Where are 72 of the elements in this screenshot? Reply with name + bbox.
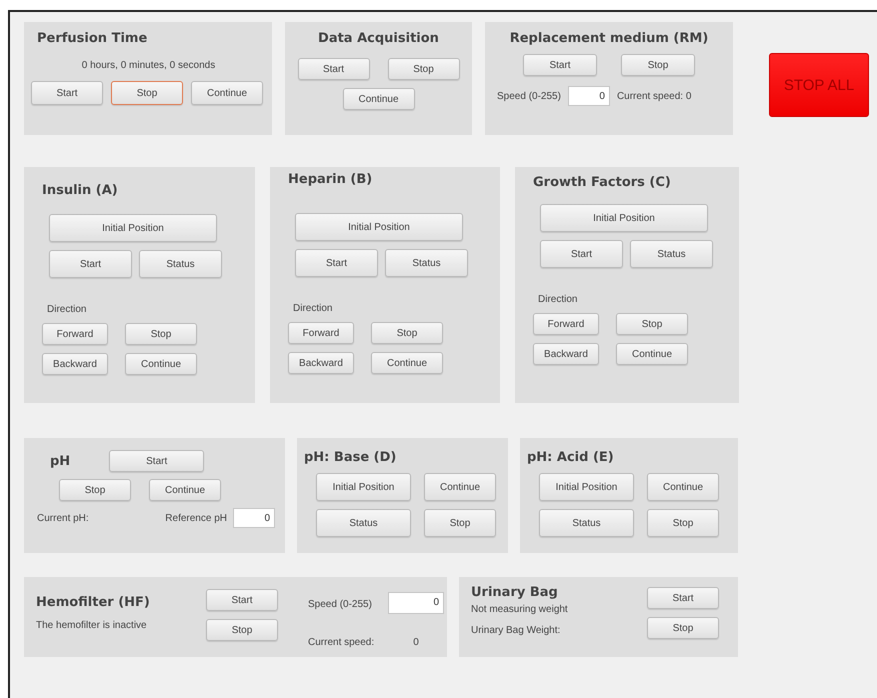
ph-pump-button[interactable]: Stop: [647, 509, 719, 537]
panel-title: Heparin (B): [288, 172, 374, 187]
ph-button[interactable]: Continue: [149, 479, 221, 501]
ph-button[interactable]: Stop: [59, 479, 131, 501]
direction-label: Direction: [47, 304, 88, 315]
direction-button[interactable]: Forward: [42, 323, 108, 345]
initial-position-button[interactable]: Initial Position: [540, 204, 708, 232]
pump-button[interactable]: Start: [295, 249, 378, 277]
ph-pump-button[interactable]: Initial Position: [539, 473, 634, 501]
reference-ph-label: Reference pH: [165, 512, 227, 524]
direction-label: Direction: [293, 303, 334, 314]
speed-input-field[interactable]: 0: [388, 592, 444, 614]
current-speed-label: Current speed: 0: [616, 90, 692, 102]
panel-title: pH: Acid (E): [527, 450, 615, 465]
panel-title: pH: Base (D): [304, 450, 398, 465]
direction-button[interactable]: Stop: [371, 322, 443, 344]
pump-button[interactable]: Status: [630, 240, 713, 268]
direction-button[interactable]: Backward: [42, 353, 108, 375]
speed-label: Speed (0-255): [308, 599, 373, 610]
ph-pump-button[interactable]: Status: [539, 509, 634, 537]
hemofilter-status: The hemofilter is inactive: [36, 620, 148, 631]
direction-button[interactable]: Forward: [533, 313, 599, 335]
initial-position-button[interactable]: Initial Position: [295, 213, 463, 241]
reference-ph-field[interactable]: 0: [233, 508, 275, 528]
panel-title: Insulin (A): [42, 183, 119, 198]
direction-label: Direction: [538, 294, 578, 305]
direction-button[interactable]: Continue: [125, 353, 197, 375]
hemofilter-button[interactable]: Stop: [206, 619, 278, 641]
perfusion-button[interactable]: Continue: [191, 81, 263, 105]
acquisition-button[interactable]: Stop: [388, 58, 460, 80]
ph-pump-button[interactable]: Status: [316, 509, 411, 537]
acquisition-button[interactable]: Start: [298, 58, 370, 80]
panel-title: Replacement medium (RM): [510, 31, 708, 46]
initial-position-button[interactable]: Initial Position: [49, 214, 217, 242]
direction-button[interactable]: Backward: [533, 343, 599, 365]
elapsed-time: 0 hours, 0 minutes, 0 seconds: [82, 60, 216, 71]
pump-button[interactable]: Status: [139, 250, 222, 278]
direction-button[interactable]: Continue: [616, 343, 688, 365]
ph-pump-button[interactable]: Initial Position: [316, 473, 411, 501]
hemofilter-button[interactable]: Start: [206, 589, 278, 611]
panel-title: pH: [50, 454, 70, 468]
direction-button[interactable]: Stop: [616, 313, 688, 335]
acquisition-button[interactable]: Continue: [342, 88, 414, 110]
direction-button[interactable]: Stop: [125, 323, 197, 345]
panel-title: Growth Factors (C): [533, 175, 672, 190]
speed-input-field[interactable]: 0: [568, 86, 610, 106]
pump-button[interactable]: Start: [49, 250, 132, 278]
direction-button[interactable]: Forward: [288, 322, 354, 344]
ph-pump-button[interactable]: Continue: [647, 473, 719, 501]
panel-title: Data Acquisition: [318, 31, 439, 46]
medium-button[interactable]: Stop: [621, 54, 695, 76]
ph-pump-button[interactable]: Stop: [424, 509, 496, 537]
ph-pump-button[interactable]: Continue: [424, 473, 496, 501]
direction-button[interactable]: Backward: [288, 352, 354, 374]
current-speed-label: Current speed:: [308, 637, 376, 648]
weight-label: Urinary Bag Weight:: [471, 625, 562, 636]
urinary-bag-button[interactable]: Start: [647, 587, 719, 609]
current-speed-value: 0: [412, 637, 420, 648]
pump-button[interactable]: Start: [540, 240, 623, 268]
urinary-bag-button[interactable]: Stop: [647, 617, 719, 639]
pump-button[interactable]: Status: [385, 249, 468, 277]
direction-button[interactable]: Continue: [371, 352, 443, 374]
panel-title: Perfusion Time: [37, 31, 148, 46]
perfusion-button[interactable]: Stop: [111, 81, 183, 105]
weight-status: Not measuring weight: [471, 604, 569, 615]
panel-title: Urinary Bag: [471, 585, 559, 600]
perfusion-button[interactable]: Start: [31, 81, 103, 105]
panel-title: Hemofilter (HF): [36, 595, 151, 610]
ph-button[interactable]: Start: [109, 450, 204, 472]
speed-label: Speed (0-255): [497, 90, 561, 102]
current-ph-label: Current pH:: [37, 512, 89, 524]
medium-button[interactable]: Start: [523, 54, 597, 76]
